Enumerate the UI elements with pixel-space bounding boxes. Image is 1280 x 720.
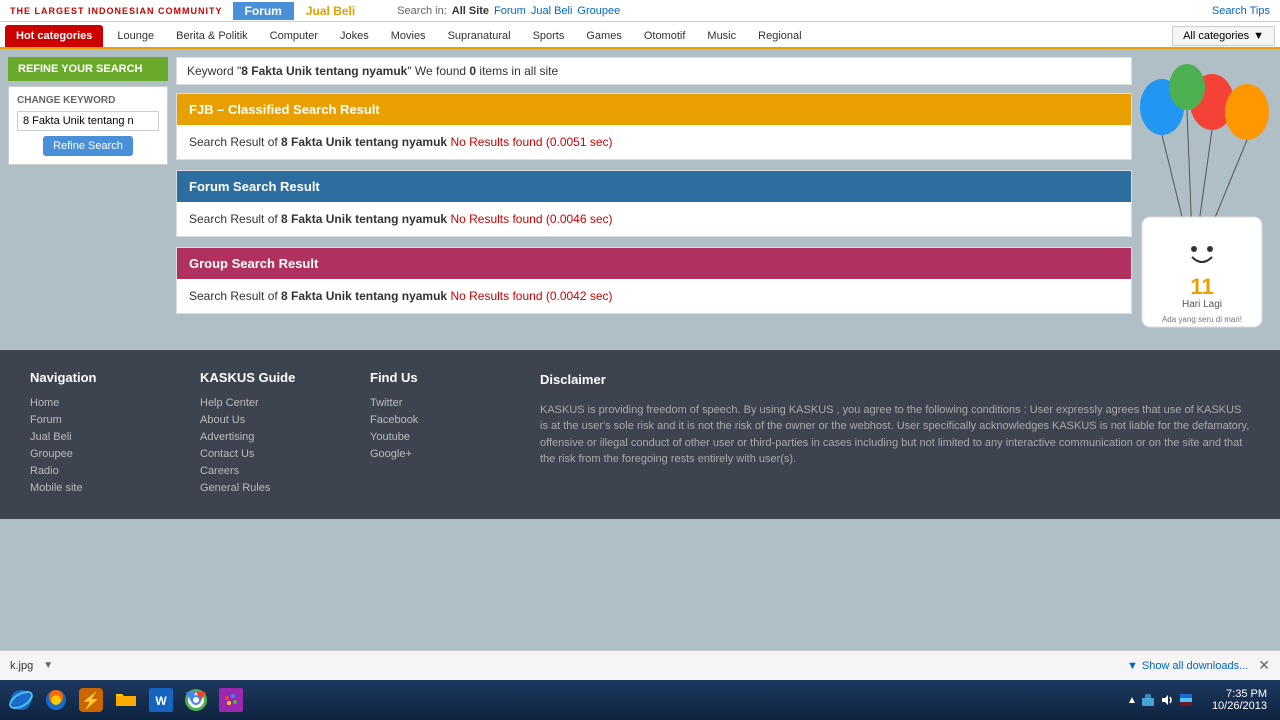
refine-your-search-button[interactable]: REFINE YOUR SEARCH — [8, 57, 168, 81]
footer-guide-title: KASKUS Guide — [200, 370, 330, 385]
footer-disclaimer-text: KASKUS is providing freedom of speech. B… — [540, 402, 1250, 468]
footer-link-careers[interactable]: Careers — [200, 465, 330, 477]
logo-text: THE LARGEST INDONESIAN COMMUNITY — [10, 6, 223, 16]
fjb-no-results: No Results found (0.0051 sec) — [450, 135, 612, 149]
tab-sports[interactable]: Sports — [522, 25, 576, 47]
footer-link-mobile[interactable]: Mobile site — [30, 482, 160, 494]
group-no-results: No Results found (0.0042 sec) — [450, 289, 612, 303]
jualbeli-tab[interactable]: Jual Beli — [294, 2, 367, 20]
keyword-result-bar: Keyword "8 Fakta Unik tentang nyamuk" We… — [176, 57, 1132, 85]
footer-link-jualbeli[interactable]: Jual Beli — [30, 431, 160, 443]
footer-navigation-title: Navigation — [30, 370, 160, 385]
fjb-result-section: FJB – Classified Search Result Search Re… — [176, 93, 1132, 160]
footer-link-about[interactable]: About Us — [200, 414, 330, 426]
footer-link-youtube[interactable]: Youtube — [370, 431, 500, 443]
svg-text:Ada yang seru di mari!: Ada yang seru di mari! — [1162, 315, 1242, 324]
balloon-decoration: 11 Hari Lagi Ada yang seru di mari! — [1132, 57, 1272, 337]
forum-result-section: Forum Search Result Search Result of 8 F… — [176, 170, 1132, 237]
fjb-result-header: FJB – Classified Search Result — [177, 94, 1131, 125]
footer-link-groupee[interactable]: Groupee — [30, 448, 160, 460]
tab-movies[interactable]: Movies — [380, 25, 437, 47]
search-all-site[interactable]: All Site — [452, 5, 489, 17]
footer-link-facebook[interactable]: Facebook — [370, 414, 500, 426]
footer-kaskus-guide: KASKUS Guide Help Center About Us Advert… — [200, 370, 330, 499]
all-categories-label: All categories — [1183, 30, 1249, 42]
all-categories-dropdown[interactable]: All categories ▼ — [1172, 26, 1275, 46]
search-forum[interactable]: Forum — [494, 5, 526, 17]
footer-link-googleplus[interactable]: Google+ — [370, 448, 500, 460]
footer-navigation: Navigation Home Forum Jual Beli Groupee … — [30, 370, 160, 499]
fjb-result-body: Search Result of 8 Fakta Unik tentang ny… — [177, 125, 1131, 159]
footer: Navigation Home Forum Jual Beli Groupee … — [0, 350, 1280, 519]
tab-supranatural[interactable]: Supranatural — [437, 25, 522, 47]
footer-link-home[interactable]: Home — [30, 397, 160, 409]
tab-otomotif[interactable]: Otomotif — [633, 25, 697, 47]
change-keyword-label: CHANGE KEYWORD — [17, 95, 159, 106]
svg-text:11: 11 — [1190, 274, 1213, 299]
change-keyword-box: CHANGE KEYWORD Refine Search — [8, 86, 168, 165]
footer-disclaimer-title: Disclaimer — [540, 370, 1250, 390]
footer-link-help[interactable]: Help Center — [200, 397, 330, 409]
tab-games[interactable]: Games — [575, 25, 632, 47]
tab-berita-politik[interactable]: Berita & Politik — [165, 25, 259, 47]
footer-link-rules[interactable]: General Rules — [200, 482, 330, 494]
group-result-section: Group Search Result Search Result of 8 F… — [176, 247, 1132, 314]
forum-result-body: Search Result of 8 Fakta Unik tentang ny… — [177, 202, 1131, 236]
search-tips-link[interactable]: Search Tips — [1212, 5, 1270, 17]
tab-regional[interactable]: Regional — [747, 25, 812, 47]
search-keyword: 8 Fakta Unik tentang nyamuk — [241, 64, 407, 78]
keyword-input[interactable] — [17, 111, 159, 131]
forum-keyword: 8 Fakta Unik tentang nyamuk — [281, 212, 447, 226]
footer-find-us-title: Find Us — [370, 370, 500, 385]
refine-search-button[interactable]: Refine Search — [43, 136, 133, 156]
forum-tab[interactable]: Forum — [233, 2, 294, 20]
tab-music[interactable]: Music — [696, 25, 747, 47]
footer-link-forum[interactable]: Forum — [30, 414, 160, 426]
tab-hot-categories[interactable]: Hot categories — [5, 25, 103, 47]
footer-link-contact[interactable]: Contact Us — [200, 448, 330, 460]
tab-computer[interactable]: Computer — [259, 25, 329, 47]
footer-link-radio[interactable]: Radio — [30, 465, 160, 477]
chevron-down-icon: ▼ — [1253, 30, 1264, 42]
forum-no-results: No Results found (0.0046 sec) — [450, 212, 612, 226]
group-result-body: Search Result of 8 Fakta Unik tentang ny… — [177, 279, 1131, 313]
footer-link-advertising[interactable]: Advertising — [200, 431, 330, 443]
search-results-content: Keyword "8 Fakta Unik tentang nyamuk" We… — [176, 57, 1132, 337]
search-groupee[interactable]: Groupee — [577, 5, 620, 17]
forum-result-header: Forum Search Result — [177, 171, 1131, 202]
group-result-header: Group Search Result — [177, 248, 1131, 279]
group-keyword: 8 Fakta Unik tentang nyamuk — [281, 289, 447, 303]
search-label: Search in: — [397, 5, 447, 17]
tab-lounge[interactable]: Lounge — [106, 25, 165, 47]
fjb-keyword: 8 Fakta Unik tentang nyamuk — [281, 135, 447, 149]
search-jualbeli[interactable]: Jual Beli — [531, 5, 573, 17]
footer-link-twitter[interactable]: Twitter — [370, 397, 500, 409]
footer-disclaimer: Disclaimer KASKUS is providing freedom o… — [540, 370, 1250, 499]
footer-find-us: Find Us Twitter Facebook Youtube Google+ — [370, 370, 500, 499]
sidebar: REFINE YOUR SEARCH CHANGE KEYWORD Refine… — [8, 57, 168, 337]
tab-jokes[interactable]: Jokes — [329, 25, 380, 47]
svg-text:Hari Lagi: Hari Lagi — [1182, 299, 1222, 310]
